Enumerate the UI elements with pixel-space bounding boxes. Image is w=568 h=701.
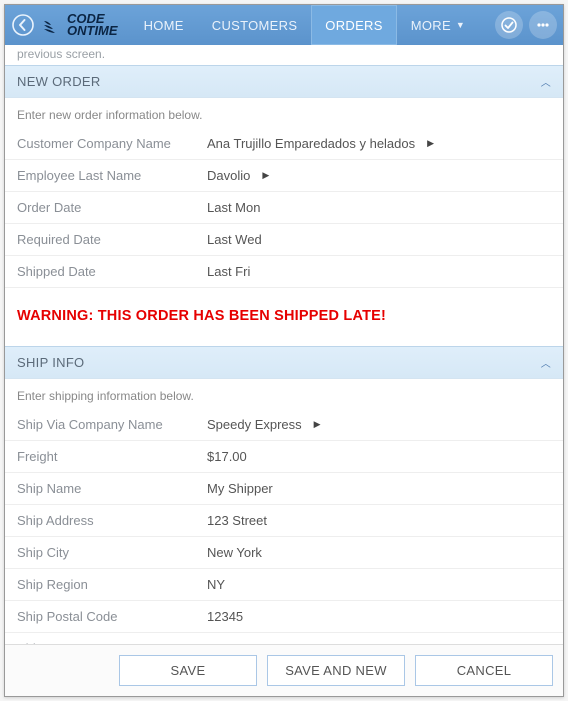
field-text: Speedy Express bbox=[207, 417, 302, 432]
field-employee-last-name[interactable]: Employee Last Name Davolio ▶ bbox=[5, 160, 563, 192]
field-freight[interactable]: Freight $17.00 bbox=[5, 441, 563, 473]
chevron-up-icon: ︿ bbox=[541, 355, 551, 370]
field-label: Ship City bbox=[17, 545, 207, 560]
content-scroll[interactable]: previous screen. NEW ORDER ︿ Enter new o… bbox=[5, 45, 563, 644]
field-text: $17.00 bbox=[207, 449, 247, 464]
field-ship-postal[interactable]: Ship Postal Code 12345 bbox=[5, 601, 563, 633]
header-actions bbox=[495, 11, 557, 39]
field-value: 123 Street bbox=[207, 513, 267, 528]
field-label: Ship Address bbox=[17, 513, 207, 528]
lookup-arrow-icon: ▶ bbox=[314, 419, 321, 430]
field-ship-city[interactable]: Ship City New York bbox=[5, 537, 563, 569]
wing-icon bbox=[43, 15, 63, 35]
field-text: 12345 bbox=[207, 609, 243, 624]
field-label: Ship Via Company Name bbox=[17, 417, 207, 432]
logo-text-2: ONTIME bbox=[67, 25, 118, 37]
field-ship-address[interactable]: Ship Address 123 Street bbox=[5, 505, 563, 537]
field-ship-region[interactable]: Ship Region NY bbox=[5, 569, 563, 601]
field-value: My Shipper bbox=[207, 481, 273, 496]
field-label: Customer Company Name bbox=[17, 136, 207, 151]
footer-bar: SAVE SAVE AND NEW CANCEL bbox=[5, 644, 563, 696]
field-label: Required Date bbox=[17, 232, 207, 247]
section-help-ship-info: Enter shipping information below. bbox=[5, 379, 563, 409]
field-value: $17.00 bbox=[207, 449, 247, 464]
field-text: Davolio bbox=[207, 168, 250, 183]
field-value: NY bbox=[207, 577, 225, 592]
nav-more-label: MORE bbox=[411, 18, 451, 33]
chevron-up-icon: ︿ bbox=[541, 74, 551, 89]
prev-screen-hint: previous screen. bbox=[5, 45, 563, 65]
section-header-new-order[interactable]: NEW ORDER ︿ bbox=[5, 65, 563, 98]
confirm-button[interactable] bbox=[495, 11, 523, 39]
lookup-arrow-icon: ▶ bbox=[427, 138, 434, 149]
nav-more[interactable]: MORE ▼ bbox=[397, 5, 479, 45]
field-label: Freight bbox=[17, 449, 207, 464]
save-button[interactable]: SAVE bbox=[119, 655, 257, 686]
app-window: CODE ONTIME HOME CUSTOMERS ORDERS MORE ▼ bbox=[4, 4, 564, 697]
field-required-date[interactable]: Required Date Last Wed bbox=[5, 224, 563, 256]
nav-customers[interactable]: CUSTOMERS bbox=[198, 5, 312, 45]
field-text: 123 Street bbox=[207, 513, 267, 528]
nav-orders[interactable]: ORDERS bbox=[311, 5, 396, 45]
nav-home[interactable]: HOME bbox=[130, 5, 198, 45]
chevron-down-icon: ▼ bbox=[456, 20, 465, 30]
section-title: NEW ORDER bbox=[17, 74, 101, 89]
logo: CODE ONTIME bbox=[43, 13, 118, 37]
field-label: Ship Postal Code bbox=[17, 609, 207, 624]
save-and-new-button[interactable]: SAVE AND NEW bbox=[267, 655, 405, 686]
field-value: New York bbox=[207, 545, 262, 560]
field-value: Davolio ▶ bbox=[207, 168, 269, 183]
field-label: Ship Region bbox=[17, 577, 207, 592]
section-title: SHIP INFO bbox=[17, 355, 84, 370]
field-text: NY bbox=[207, 577, 225, 592]
field-label: Shipped Date bbox=[17, 264, 207, 279]
field-label: Order Date bbox=[17, 200, 207, 215]
field-label: Employee Last Name bbox=[17, 168, 207, 183]
field-text: New York bbox=[207, 545, 262, 560]
nav: HOME CUSTOMERS ORDERS MORE ▼ bbox=[130, 5, 491, 45]
field-text: Last Wed bbox=[207, 232, 262, 247]
field-ship-via[interactable]: Ship Via Company Name Speedy Express ▶ bbox=[5, 409, 563, 441]
field-customer-company[interactable]: Customer Company Name Ana Trujillo Empar… bbox=[5, 128, 563, 160]
back-button[interactable] bbox=[9, 11, 37, 39]
field-label: Ship Name bbox=[17, 481, 207, 496]
field-text: Last Fri bbox=[207, 264, 250, 279]
more-icon bbox=[535, 17, 551, 33]
field-value: Last Fri bbox=[207, 264, 250, 279]
section-header-ship-info[interactable]: SHIP INFO ︿ bbox=[5, 346, 563, 379]
check-icon bbox=[501, 17, 517, 33]
lookup-arrow-icon: ▶ bbox=[262, 170, 269, 181]
field-value: Ana Trujillo Emparedados y helados ▶ bbox=[207, 136, 434, 151]
field-ship-country[interactable]: Ship Country USA bbox=[5, 633, 563, 644]
header-bar: CODE ONTIME HOME CUSTOMERS ORDERS MORE ▼ bbox=[5, 5, 563, 45]
field-value: Last Wed bbox=[207, 232, 262, 247]
section-help-new-order: Enter new order information below. bbox=[5, 98, 563, 128]
field-order-date[interactable]: Order Date Last Mon bbox=[5, 192, 563, 224]
field-text: Ana Trujillo Emparedados y helados bbox=[207, 136, 415, 151]
field-shipped-date[interactable]: Shipped Date Last Fri bbox=[5, 256, 563, 288]
back-icon bbox=[12, 14, 34, 36]
cancel-button[interactable]: CANCEL bbox=[415, 655, 553, 686]
field-ship-name[interactable]: Ship Name My Shipper bbox=[5, 473, 563, 505]
field-text: Last Mon bbox=[207, 200, 260, 215]
late-shipment-warning: WARNING: THIS ORDER HAS BEEN SHIPPED LAT… bbox=[5, 288, 563, 346]
field-text: My Shipper bbox=[207, 481, 273, 496]
more-button[interactable] bbox=[529, 11, 557, 39]
field-value: Last Mon bbox=[207, 200, 260, 215]
field-value: Speedy Express ▶ bbox=[207, 417, 321, 432]
field-value: 12345 bbox=[207, 609, 243, 624]
